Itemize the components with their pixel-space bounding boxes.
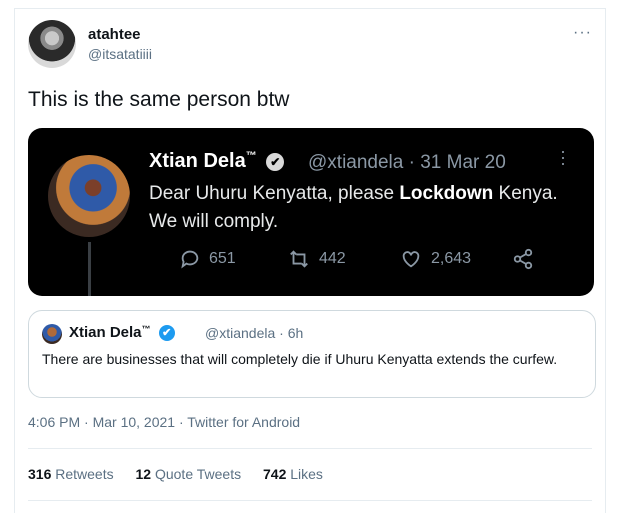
embedded-tm: ™ bbox=[245, 150, 257, 162]
quotes-count: 12 bbox=[135, 466, 152, 482]
verified-icon: ✔ bbox=[266, 152, 285, 171]
likes-label: Likes bbox=[290, 466, 323, 482]
author-handle[interactable]: @itsatatiiii bbox=[88, 46, 152, 62]
quotes-label: Quote Tweets bbox=[154, 466, 242, 482]
embedded-name-text: Xtian Dela bbox=[149, 150, 246, 172]
more-icon[interactable]: ··· bbox=[573, 24, 592, 42]
reply-action: 651 bbox=[179, 248, 236, 270]
embedded-handle-date: @xtiandela · 31 Mar 20 bbox=[308, 152, 506, 173]
divider bbox=[28, 448, 592, 449]
quoted-text: There are businesses that will completel… bbox=[42, 351, 558, 367]
divider bbox=[28, 500, 592, 501]
like-action: 2,643 bbox=[399, 248, 471, 270]
embedded-body: Dear Uhuru Kenyatta, please Lockdown Ken… bbox=[149, 180, 579, 236]
author-display-name[interactable]: atahtee bbox=[88, 26, 141, 43]
quote-tweets-stat[interactable]: 12 Quote Tweets bbox=[136, 466, 242, 482]
reply-icon bbox=[181, 250, 199, 269]
quoted-name: Xtian Dela™ ✔ bbox=[69, 324, 175, 342]
retweets-stat[interactable]: 316 Retweets bbox=[28, 466, 114, 482]
thread-line bbox=[88, 242, 91, 296]
retweet-icon bbox=[290, 250, 308, 268]
retweets-label: Retweets bbox=[55, 466, 114, 482]
retweet-action: 442 bbox=[287, 248, 346, 270]
heart-icon bbox=[402, 251, 420, 268]
quoted-tm: ™ bbox=[141, 324, 151, 334]
card-border-right bbox=[605, 8, 606, 513]
embedded-body-pre: Dear Uhuru Kenyatta, please bbox=[149, 183, 400, 204]
share-action bbox=[511, 248, 535, 270]
engagement-stats: 316 Retweets 12 Quote Tweets 742 Likes bbox=[28, 466, 341, 482]
quoted-handle-time: @xtiandela · 6h bbox=[205, 325, 304, 341]
card-border-top bbox=[14, 8, 606, 9]
embedded-avatar bbox=[48, 155, 130, 237]
likes-stat[interactable]: 742 Likes bbox=[263, 466, 323, 482]
tweet-timestamp[interactable]: 4:06 PM · Mar 10, 2021 · Twitter for And… bbox=[28, 414, 300, 430]
verified-badge-icon: ✔ bbox=[158, 325, 175, 342]
embedded-body-bold: Lockdown bbox=[399, 183, 494, 204]
quoted-name-text: Xtian Dela bbox=[69, 324, 142, 341]
embedded-name: Xtian Dela™ ✔ bbox=[149, 150, 285, 173]
likes-count: 742 bbox=[263, 466, 287, 482]
tweet-card: atahtee @itsatatiiii ··· This is the sam… bbox=[0, 0, 620, 513]
reply-count: 651 bbox=[209, 250, 236, 267]
quoted-tweet[interactable]: Xtian Dela™ ✔ @xtiandela · 6h There are … bbox=[28, 310, 596, 398]
author-avatar[interactable] bbox=[28, 20, 76, 68]
tweet-image[interactable]: Xtian Dela™ ✔ @xtiandela · 31 Mar 20 · · ·… bbox=[28, 128, 594, 296]
retweet-count: 442 bbox=[319, 250, 346, 267]
tweet-text: This is the same person btw bbox=[28, 88, 290, 111]
embedded-more-icon: · · · bbox=[560, 141, 566, 173]
card-border-left bbox=[14, 8, 15, 513]
share-icon bbox=[513, 248, 533, 270]
quoted-avatar bbox=[42, 324, 62, 344]
like-count: 2,643 bbox=[431, 250, 472, 267]
retweets-count: 316 bbox=[28, 466, 52, 482]
